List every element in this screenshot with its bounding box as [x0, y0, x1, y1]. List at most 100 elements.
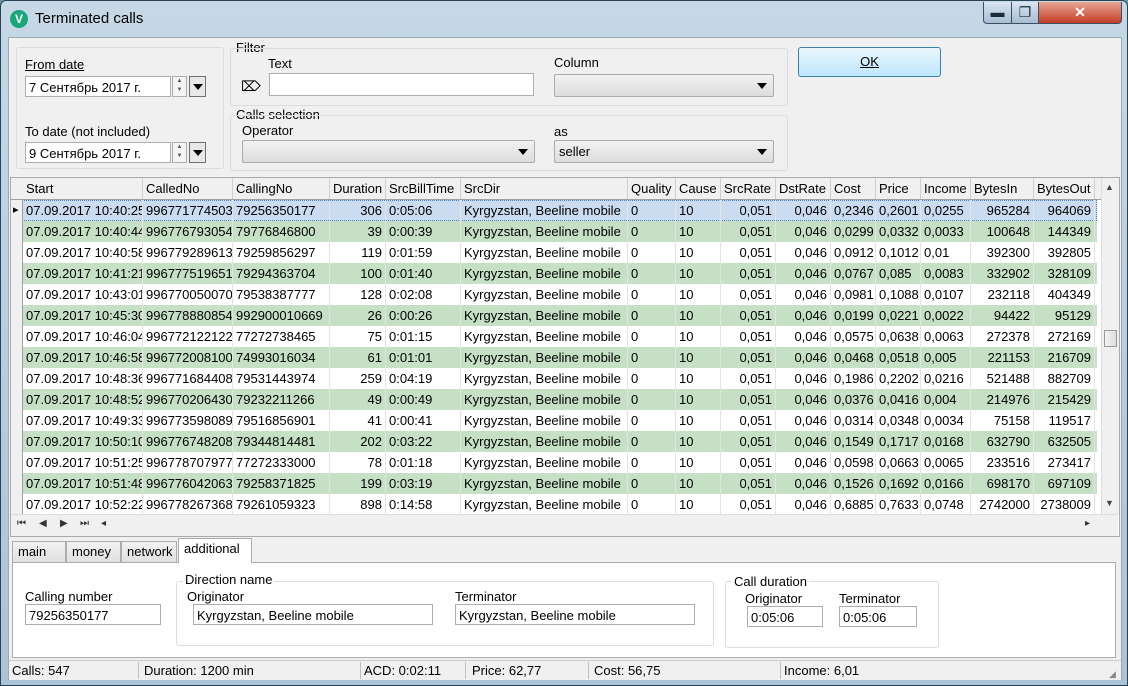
table-cell[interactable]: 119517: [1034, 410, 1095, 431]
table-cell[interactable]: 0,005: [921, 347, 971, 368]
table-cell[interactable]: 272378: [971, 326, 1034, 347]
clear-filter-icon[interactable]: ⌦: [241, 78, 261, 95]
table-cell[interactable]: 0,046: [776, 284, 831, 305]
table-cell[interactable]: 07.09.2017 10:43:01: [23, 284, 143, 305]
filter-text-input[interactable]: [269, 73, 534, 96]
table-cell[interactable]: 996779289613: [143, 242, 233, 263]
table-cell[interactable]: 0: [628, 221, 676, 242]
tab-additional[interactable]: additional: [178, 538, 252, 563]
table-cell[interactable]: 78: [330, 452, 386, 473]
from-date-spinner[interactable]: ▲ ▼: [172, 76, 187, 97]
table-cell[interactable]: 07.09.2017 10:41:21: [23, 263, 143, 284]
table-cell[interactable]: 0,051: [721, 326, 776, 347]
row-indicator[interactable]: [11, 452, 23, 473]
to-date-spinner[interactable]: ▲ ▼: [172, 142, 187, 163]
table-cell[interactable]: 0: [628, 305, 676, 326]
column-header[interactable]: CalledNo: [143, 178, 233, 199]
table-cell[interactable]: 10: [676, 284, 721, 305]
table-cell[interactable]: 996772122122: [143, 326, 233, 347]
table-cell[interactable]: 0,0107: [921, 284, 971, 305]
table-cell[interactable]: 0,0255: [921, 200, 971, 221]
table-row[interactable]: 07.09.2017 10:51:48 996776042063 792583718…: [11, 473, 1097, 494]
table-cell[interactable]: 0,0663: [876, 452, 921, 473]
table-cell[interactable]: 0,051: [721, 431, 776, 452]
close-button[interactable]: ✕: [1038, 2, 1122, 24]
table-cell[interactable]: 0:00:49: [386, 389, 461, 410]
table-cell[interactable]: 77272738465: [233, 326, 330, 347]
table-row[interactable]: 07.09.2017 10:48:36 996771684408 795314439…: [11, 368, 1097, 389]
table-cell[interactable]: 996773598089: [143, 410, 233, 431]
table-cell[interactable]: 0,051: [721, 305, 776, 326]
table-cell[interactable]: 0,1012: [876, 242, 921, 263]
table-cell[interactable]: 10: [676, 494, 721, 515]
table-cell[interactable]: 221153: [971, 347, 1034, 368]
ok-button[interactable]: OK: [798, 47, 941, 77]
table-row[interactable]: 07.09.2017 10:41:21 996777519651 792943637…: [11, 263, 1097, 284]
duration-terminator-field[interactable]: 0:05:06: [839, 606, 917, 627]
table-cell[interactable]: 996776793054: [143, 221, 233, 242]
table-cell[interactable]: 119: [330, 242, 386, 263]
table-cell[interactable]: 697109: [1034, 473, 1095, 494]
table-cell[interactable]: 0: [628, 452, 676, 473]
table-cell[interactable]: 95129: [1034, 305, 1095, 326]
table-cell[interactable]: 0,2346: [831, 200, 876, 221]
table-cell[interactable]: 07.09.2017 10:45:30: [23, 305, 143, 326]
table-cell[interactable]: 0,0221: [876, 305, 921, 326]
table-row[interactable]: 07.09.2017 10:46:58 996772008100 749930160…: [11, 347, 1097, 368]
table-cell[interactable]: 404349: [1034, 284, 1095, 305]
table-cell[interactable]: 79538387777: [233, 284, 330, 305]
table-cell[interactable]: 232118: [971, 284, 1034, 305]
table-cell[interactable]: 0,0468: [831, 347, 876, 368]
table-cell[interactable]: 0,046: [776, 263, 831, 284]
table-cell[interactable]: 0,051: [721, 473, 776, 494]
table-cell[interactable]: 996778880854: [143, 305, 233, 326]
table-cell[interactable]: 0,0314: [831, 410, 876, 431]
table-cell[interactable]: 0,085: [876, 263, 921, 284]
table-row[interactable]: 07.09.2017 10:43:01 996770050070 795383877…: [11, 284, 1097, 305]
table-cell[interactable]: 698170: [971, 473, 1034, 494]
column-header[interactable]: Cost: [831, 178, 876, 199]
table-cell[interactable]: 0:03:22: [386, 431, 461, 452]
table-cell[interactable]: 0,0767: [831, 263, 876, 284]
table-cell[interactable]: 0:00:39: [386, 221, 461, 242]
table-cell[interactable]: 74993016034: [233, 347, 330, 368]
row-indicator-icon[interactable]: ▸: [11, 200, 23, 221]
table-cell[interactable]: Kyrgyzstan, Beeline mobile: [461, 326, 628, 347]
table-cell[interactable]: 0,0063: [921, 326, 971, 347]
column-header[interactable]: Price: [876, 178, 921, 199]
table-cell[interactable]: 996776748208: [143, 431, 233, 452]
table-cell[interactable]: 0:05:06: [386, 200, 461, 221]
column-header[interactable]: BytesOut: [1034, 178, 1095, 199]
row-indicator[interactable]: [11, 494, 23, 515]
table-cell[interactable]: 0,004: [921, 389, 971, 410]
scroll-down-icon[interactable]: ▼: [1105, 498, 1114, 508]
table-cell[interactable]: 07.09.2017 10:50:10: [23, 431, 143, 452]
from-date-field[interactable]: 7 Сентябрь 2017 г.: [25, 76, 171, 97]
table-cell[interactable]: 0,0912: [831, 242, 876, 263]
table-cell[interactable]: 0:00:41: [386, 410, 461, 431]
calling-number-field[interactable]: 79256350177: [25, 604, 161, 625]
table-cell[interactable]: 273417: [1034, 452, 1095, 473]
row-indicator[interactable]: [11, 410, 23, 431]
column-header[interactable]: Income: [921, 178, 971, 199]
row-indicator[interactable]: [11, 368, 23, 389]
table-cell[interactable]: 332902: [971, 263, 1034, 284]
table-cell[interactable]: 0,0299: [831, 221, 876, 242]
table-cell[interactable]: 0,051: [721, 494, 776, 515]
table-cell[interactable]: 07.09.2017 10:46:58: [23, 347, 143, 368]
table-cell[interactable]: 0:01:01: [386, 347, 461, 368]
table-cell[interactable]: 10: [676, 326, 721, 347]
table-cell[interactable]: 965284: [971, 200, 1034, 221]
table-cell[interactable]: 0: [628, 242, 676, 263]
table-cell[interactable]: Kyrgyzstan, Beeline mobile: [461, 431, 628, 452]
table-cell[interactable]: 0,0033: [921, 221, 971, 242]
from-date-dropdown-button[interactable]: [189, 76, 206, 97]
table-cell[interactable]: 0,051: [721, 242, 776, 263]
column-header[interactable]: SrcRate: [721, 178, 776, 199]
title-bar[interactable]: V Terminated calls ▬ ❐ ✕: [1, 1, 1127, 37]
spin-up-icon[interactable]: ▲: [173, 143, 186, 152]
column-header[interactable]: SrcDir: [461, 178, 628, 199]
spin-up-icon[interactable]: ▲: [173, 77, 186, 86]
table-cell[interactable]: 0,046: [776, 221, 831, 242]
table-cell[interactable]: 392300: [971, 242, 1034, 263]
